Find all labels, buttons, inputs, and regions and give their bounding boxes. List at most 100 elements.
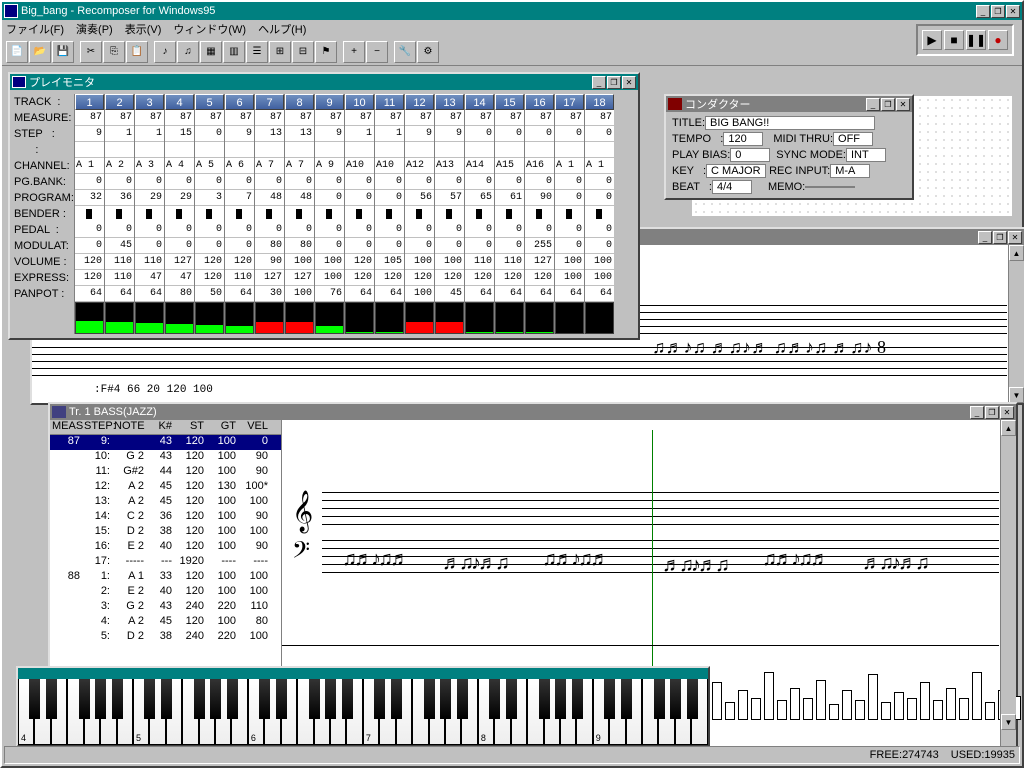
score-close-button[interactable]: ✕ — [1008, 231, 1022, 244]
te-max-button[interactable]: ❐ — [985, 406, 999, 419]
tool-tune[interactable]: 🔧 — [394, 41, 416, 63]
pm-track-17[interactable]: 17 87 0 A 1 0 0 0 0 100 100 64 — [554, 94, 584, 334]
black-key[interactable] — [670, 679, 681, 719]
scroll-down-icon[interactable]: ▼ — [1001, 714, 1016, 730]
pm-track-5[interactable]: 5 87 0 A 5 0 3 0 0 120 120 50 — [194, 94, 224, 334]
pm-track-11[interactable]: 11 87 1 A10 0 0 0 0 105 120 64 — [374, 94, 404, 334]
field-midithru[interactable]: OFF — [833, 132, 873, 146]
cond-min-button[interactable]: _ — [866, 98, 880, 111]
black-key[interactable] — [144, 679, 155, 719]
black-key[interactable] — [194, 679, 205, 719]
score-max-button[interactable]: ❐ — [993, 231, 1007, 244]
pm-track-2[interactable]: 2 87 1 A 2 0 36 0 45 110 110 64 — [104, 94, 134, 334]
tool-d[interactable]: ▥ — [223, 41, 245, 63]
tool-copy[interactable]: ⎘ — [103, 41, 125, 63]
tool-e[interactable]: ☰ — [246, 41, 268, 63]
scroll-down-icon[interactable]: ▼ — [1009, 387, 1024, 403]
pause-button[interactable]: ❚❚ — [966, 30, 986, 50]
conductor-title[interactable]: コンダクター _ ❐ ✕ — [666, 96, 912, 112]
event-row[interactable]: 12:A 245120130100* — [50, 480, 281, 495]
menu-file[interactable]: ファイル(F) — [6, 21, 64, 37]
black-key[interactable] — [457, 679, 468, 719]
tool-mix[interactable]: ⚙ — [417, 41, 439, 63]
event-row[interactable]: 17:--------1920-------- — [50, 555, 281, 570]
field-playbias[interactable]: 0 — [730, 148, 770, 162]
black-key[interactable] — [210, 679, 221, 719]
event-row[interactable]: 879:431201000 — [50, 435, 281, 450]
field-beat[interactable]: 4/4 — [712, 180, 752, 194]
maximize-button[interactable]: ❐ — [991, 5, 1005, 18]
pm-track-9[interactable]: 9 87 9 A 9 0 0 0 0 100 100 76 — [314, 94, 344, 334]
menu-help[interactable]: ヘルプ(H) — [258, 21, 306, 37]
field-syncmode[interactable]: INT — [846, 148, 886, 162]
pm-track-15[interactable]: 15 87 0 A15 0 61 0 0 110 120 64 — [494, 94, 524, 334]
te-min-button[interactable]: _ — [970, 406, 984, 419]
tool-c[interactable]: ▦ — [200, 41, 222, 63]
pm-track-7[interactable]: 7 87 13 A 7 0 48 0 80 90 127 30 — [254, 94, 284, 334]
black-key[interactable] — [29, 679, 40, 719]
black-key[interactable] — [572, 679, 583, 719]
field-tempo[interactable]: 120 — [723, 132, 763, 146]
tool-b[interactable]: ♫ — [177, 41, 199, 63]
field-title[interactable]: BIG BANG!! — [705, 116, 875, 130]
black-key[interactable] — [79, 679, 90, 719]
pm-max-button[interactable]: ❐ — [607, 76, 621, 89]
black-key[interactable] — [440, 679, 451, 719]
black-key[interactable] — [227, 679, 238, 719]
piano-keyboard[interactable]: 456789 — [18, 679, 708, 745]
black-key[interactable] — [342, 679, 353, 719]
tool-save[interactable]: 💾 — [52, 41, 74, 63]
event-row[interactable]: 5:D 238240220100 — [50, 630, 281, 645]
black-key[interactable] — [259, 679, 270, 719]
black-key[interactable] — [46, 679, 57, 719]
event-row[interactable]: 10:G 24312010090 — [50, 450, 281, 465]
pm-track-16[interactable]: 16 87 0 A16 0 90 0 255 127 120 64 — [524, 94, 554, 334]
pm-track-10[interactable]: 10 87 1 A10 0 0 0 0 120 120 64 — [344, 94, 374, 334]
black-key[interactable] — [687, 679, 698, 719]
track-editor-title[interactable]: Tr. 1 BASS(JAZZ) _ ❐ ✕ — [50, 404, 1016, 420]
black-key[interactable] — [506, 679, 517, 719]
tool-plus[interactable]: + — [343, 41, 365, 63]
tool-h[interactable]: ⚑ — [315, 41, 337, 63]
pm-track-13[interactable]: 13 87 9 A13 0 57 0 0 100 120 45 — [434, 94, 464, 334]
tool-g[interactable]: ⊟ — [292, 41, 314, 63]
event-row[interactable]: 3:G 243240220110 — [50, 600, 281, 615]
menu-play[interactable]: 演奏(P) — [76, 21, 113, 37]
pm-min-button[interactable]: _ — [592, 76, 606, 89]
cond-close-button[interactable]: ✕ — [896, 98, 910, 111]
pm-track-3[interactable]: 3 87 1 A 3 0 29 0 0 110 47 64 — [134, 94, 164, 334]
menu-window[interactable]: ウィンドウ(W) — [173, 21, 246, 37]
black-key[interactable] — [424, 679, 435, 719]
pm-track-4[interactable]: 4 87 15 A 4 0 29 0 0 127 47 80 — [164, 94, 194, 334]
te-vscrollbar[interactable]: ▲ ▼ — [1000, 420, 1016, 746]
field-memo[interactable] — [805, 186, 855, 188]
pm-close-button[interactable]: ✕ — [622, 76, 636, 89]
pm-track-8[interactable]: 8 87 13 A 7 0 48 0 80 100 127 100 — [284, 94, 314, 334]
event-row[interactable]: 14:C 23612010090 — [50, 510, 281, 525]
tool-minus[interactable]: − — [366, 41, 388, 63]
tool-new[interactable]: 📄 — [6, 41, 28, 63]
event-row[interactable]: 2:E 240120100100 — [50, 585, 281, 600]
tool-open[interactable]: 📂 — [29, 41, 51, 63]
black-key[interactable] — [309, 679, 320, 719]
black-key[interactable] — [489, 679, 500, 719]
event-row[interactable]: 13:A 245120100100 — [50, 495, 281, 510]
event-row[interactable]: 4:A 24512010080 — [50, 615, 281, 630]
black-key[interactable] — [276, 679, 287, 719]
menu-view[interactable]: 表示(V) — [125, 21, 162, 37]
te-close-button[interactable]: ✕ — [1000, 406, 1014, 419]
field-key[interactable]: C MAJOR — [706, 164, 766, 178]
event-row[interactable]: 881:A 133120100100 — [50, 570, 281, 585]
play-button[interactable]: ▶ — [922, 30, 942, 50]
pm-track-14[interactable]: 14 87 0 A14 0 65 0 0 110 120 64 — [464, 94, 494, 334]
tool-a[interactable]: ♪ — [154, 41, 176, 63]
minimize-button[interactable]: _ — [976, 5, 990, 18]
black-key[interactable] — [325, 679, 336, 719]
scroll-up-icon[interactable]: ▲ — [1009, 245, 1024, 261]
close-button[interactable]: ✕ — [1006, 5, 1020, 18]
black-key[interactable] — [391, 679, 402, 719]
tool-paste[interactable]: 📋 — [126, 41, 148, 63]
field-recinput[interactable]: M-A — [830, 164, 870, 178]
black-key[interactable] — [654, 679, 665, 719]
pm-track-12[interactable]: 12 87 9 A12 0 56 0 0 100 120 100 — [404, 94, 434, 334]
